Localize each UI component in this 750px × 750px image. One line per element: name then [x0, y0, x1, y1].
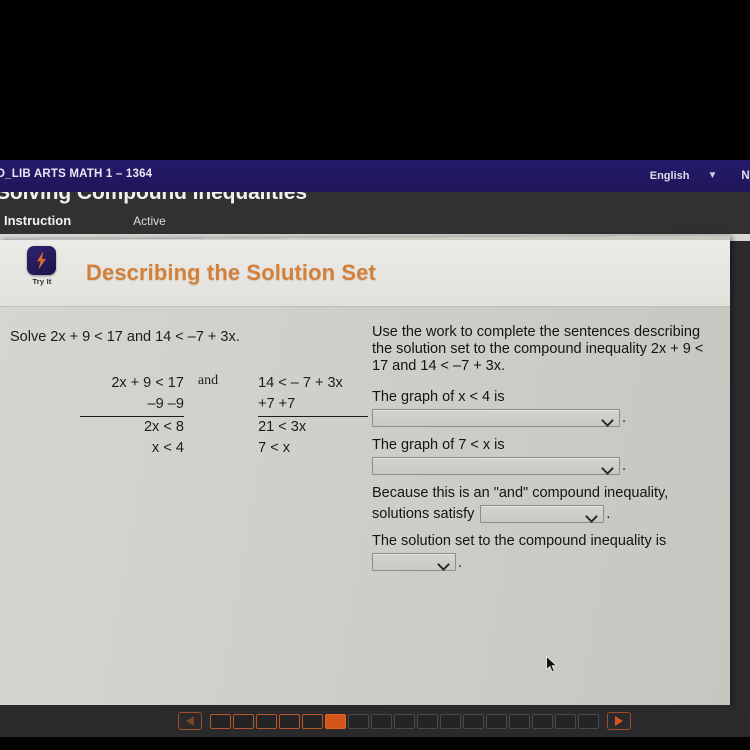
- course-title: O_LIB ARTS MATH 1 – 1364: [0, 168, 153, 180]
- lesson-title: Solving Compound Inequalities: [0, 192, 307, 204]
- slide-indicator[interactable]: [371, 713, 392, 729]
- account-label[interactable]: NA: [741, 170, 750, 182]
- solution-set-dropdown[interactable]: [372, 553, 456, 572]
- graph-x-less-4-dropdown[interactable]: [372, 409, 620, 427]
- slide-indicator[interactable]: [440, 713, 461, 729]
- page-title: Describing the Solution Set: [86, 260, 376, 285]
- slide-indicator[interactable]: [532, 713, 553, 729]
- slide-indicator[interactable]: [302, 713, 323, 729]
- triangle-right-icon: [615, 716, 623, 726]
- period-4: .: [458, 554, 463, 571]
- navbar-right-group: English ▼ NA: [650, 160, 750, 192]
- statement-3-label-part1: Because this is an "and" compound inequa…: [372, 485, 669, 502]
- slide-indicator[interactable]: [394, 713, 415, 729]
- slide-indicator[interactable]: [256, 713, 277, 729]
- lightning-bolt-icon: [27, 246, 56, 275]
- photo-bezel-bottom: [0, 737, 750, 750]
- triangle-left-icon: [186, 716, 194, 726]
- slide-indicator-current[interactable]: [325, 713, 346, 729]
- work-column-right: 14 < – 7 + 3x +7 +7 21 < 3x 7 < x: [258, 373, 368, 459]
- answer-panel: Use the work to complete the sentences d…: [372, 324, 720, 572]
- language-selector-label[interactable]: English: [650, 170, 708, 182]
- statement-2-row: .: [372, 457, 720, 476]
- lesson-tabs: Instruction Active: [0, 213, 176, 228]
- work-column-left: 2x + 9 < 17 –9 –9 2x < 8 x < 4: [80, 373, 184, 459]
- work-right-line-2: +7 +7: [258, 393, 368, 417]
- previous-slide-button[interactable]: [178, 712, 202, 730]
- chevron-down-icon[interactable]: ▼: [707, 171, 741, 181]
- statement-1-row: .: [372, 409, 720, 427]
- question-instructions: Use the work to complete the sentences d…: [372, 324, 704, 374]
- slide-indicator[interactable]: [233, 713, 254, 729]
- solutions-satisfy-dropdown[interactable]: [480, 505, 605, 524]
- period-3: .: [606, 506, 611, 523]
- try-it-label: Try It: [32, 277, 52, 286]
- statement-1-label: The graph of x < 4 is: [372, 389, 505, 405]
- work-left-line-2: –9 –9: [80, 393, 184, 417]
- photo-bezel-top: [0, 0, 750, 162]
- work-right-line-4: 7 < x: [258, 439, 290, 456]
- slide-progress-bar: [0, 705, 750, 740]
- slide-indicator[interactable]: [417, 713, 438, 729]
- screenshot-root: O_LIB ARTS MATH 1 – 1364 English ▼ NA So…: [0, 0, 750, 750]
- slide-indicator[interactable]: [578, 713, 599, 729]
- try-it-badge-group: Try It: [27, 246, 57, 286]
- slide-indicator[interactable]: [348, 713, 369, 729]
- work-left-line-1: 2x + 9 < 17: [111, 374, 184, 391]
- slide-track: [178, 712, 631, 730]
- content-card: Try It Describing the Solution Set Solve…: [0, 235, 730, 740]
- statement-4-label: The solution set to the compound inequal…: [372, 533, 667, 550]
- statement-3-label-part2: solutions satisfy: [372, 506, 475, 523]
- work-left-line-4: x < 4: [152, 439, 184, 456]
- slide-indicator[interactable]: [210, 713, 231, 729]
- connector-and: and: [197, 372, 219, 388]
- period-2: .: [622, 458, 627, 475]
- work-right-line-1: 14 < – 7 + 3x: [258, 374, 343, 391]
- slide-indicator[interactable]: [279, 713, 300, 729]
- top-navbar: O_LIB ARTS MATH 1 – 1364 English ▼ NA: [0, 160, 750, 192]
- header-divider: [0, 306, 730, 307]
- statement-4-row: .: [372, 553, 720, 572]
- lesson-subheader: Solving Compound Inequalities Instructio…: [0, 192, 750, 234]
- next-slide-button[interactable]: [607, 712, 631, 730]
- problem-prompt: Solve 2x + 9 < 17 and 14 < –7 + 3x.: [10, 329, 240, 345]
- tab-instruction[interactable]: Instruction: [0, 213, 81, 228]
- work-right-line-3: 21 < 3x: [258, 418, 307, 435]
- work-left-line-3: 2x < 8: [143, 418, 184, 435]
- statement-3-row: solutions satisfy .: [372, 505, 720, 524]
- statement-2-label: The graph of 7 < x is: [372, 437, 505, 454]
- app-window: O_LIB ARTS MATH 1 – 1364 English ▼ NA So…: [0, 160, 750, 740]
- graph-7-less-x-dropdown[interactable]: [372, 457, 620, 476]
- problem-panel: Solve 2x + 9 < 17 and 14 < –7 + 3x. 2x +…: [8, 328, 368, 459]
- period-1: .: [622, 410, 627, 427]
- slide-indicator[interactable]: [486, 713, 507, 729]
- slide-indicator[interactable]: [555, 713, 576, 729]
- slide-indicator[interactable]: [463, 713, 484, 729]
- slide-indicator[interactable]: [509, 713, 530, 729]
- worked-solution: 2x + 9 < 17 –9 –9 2x < 8 x < 4 and 14 < …: [8, 373, 368, 459]
- tab-active[interactable]: Active: [123, 214, 176, 228]
- card-header: Try It Describing the Solution Set: [0, 240, 730, 306]
